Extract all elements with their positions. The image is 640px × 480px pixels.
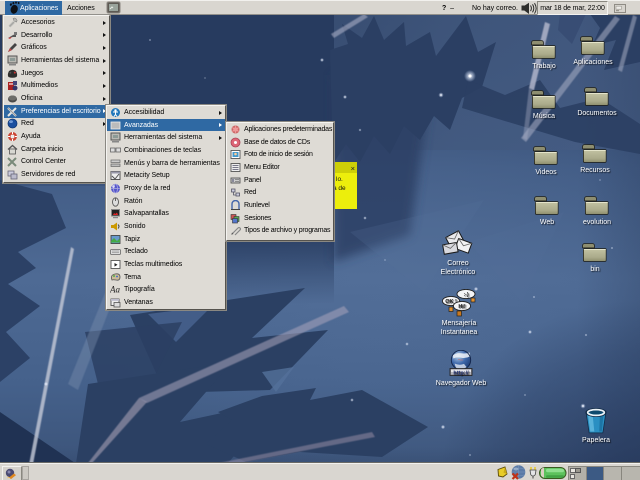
svg-text:http://: http:// <box>453 370 469 376</box>
svg-text::-): :-) <box>464 292 469 298</box>
svg-text:Aa: Aa <box>110 285 120 295</box>
svg-text:Hi!: Hi! <box>458 304 466 310</box>
